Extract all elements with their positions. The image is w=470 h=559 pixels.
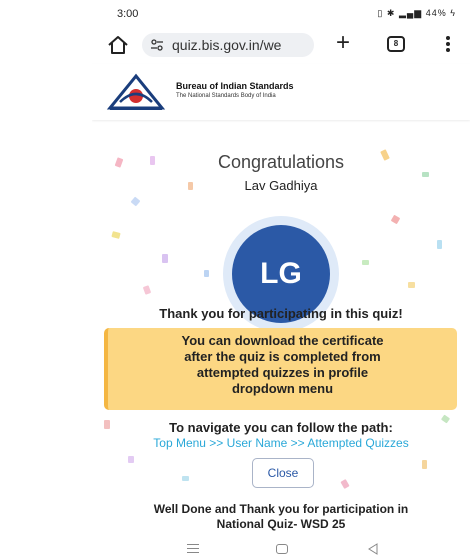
site-settings-icon[interactable] [150, 38, 164, 52]
well-done-line: Well Done and Thank you for participatio… [153, 502, 409, 516]
org-name: Bureau of Indian Standards [176, 81, 294, 91]
bluetooth-icon: ✱ [386, 8, 396, 18]
browser-home-button[interactable] [106, 34, 130, 56]
menu-icon-line [187, 544, 199, 545]
well-done-line: National Quiz- WSD 25 [216, 517, 346, 531]
home-icon [108, 36, 128, 54]
close-button[interactable]: Close [252, 458, 314, 488]
more-icon-dot [446, 42, 450, 46]
tab-switcher-button[interactable]: 8 [387, 36, 405, 52]
note-line: attempted quizzes in profile [196, 365, 369, 380]
certificate-note: You can download the certificate after t… [104, 328, 457, 410]
more-icon-dot [446, 48, 450, 52]
navigation-hint-title: To navigate you can follow the path: [169, 420, 393, 435]
browser-menu-button[interactable] [444, 34, 452, 56]
org-title: Bureau of Indian Standards The National … [176, 81, 294, 99]
menu-icon-line [187, 548, 199, 549]
recents-button[interactable] [187, 544, 199, 554]
navigation-path-link[interactable]: Top Menu >> User Name >> Attempted Quizz… [92, 436, 470, 450]
system-home-button[interactable] [276, 544, 288, 554]
quiz-result-panel: Congratulations Lav Gadhiya LG Thank you… [92, 120, 470, 559]
participant-name: Lav Gadhiya [244, 178, 318, 193]
battery-level: 44% [425, 8, 447, 18]
congratulations-heading: Congratulations [217, 152, 345, 172]
phone-screen: 3:00 ▯ ✱ ▂▄▆ 44% ϟ quiz.bis.gov.in/we + [92, 0, 470, 559]
bis-logo[interactable] [106, 72, 166, 112]
status-time: 3:00 [117, 8, 139, 20]
status-bar: 3:00 ▯ ✱ ▂▄▆ 44% ϟ [92, 0, 470, 28]
note-line: You can download the certificate [181, 333, 384, 348]
plus-icon: + [335, 29, 350, 56]
site-header: Bureau of Indian Standards The National … [92, 64, 470, 120]
new-tab-button[interactable]: + [332, 31, 354, 55]
more-icon-dot [446, 36, 450, 40]
note-line: after the quiz is completed from [184, 349, 381, 364]
org-subtitle: The National Standards Body of India [176, 93, 276, 99]
url-text: quiz.bis.gov.in/we [172, 37, 282, 53]
browser-toolbar: quiz.bis.gov.in/we + 8 [92, 30, 470, 60]
thank-you-message: Thank you for participating in this quiz… [159, 306, 403, 321]
back-icon[interactable] [367, 543, 379, 555]
signal-icon: ▂▄▆ [398, 8, 423, 18]
address-bar[interactable]: quiz.bis.gov.in/we [142, 33, 314, 57]
status-icons: ▯ ✱ ▂▄▆ 44% ϟ [377, 8, 456, 19]
menu-icon-line [187, 552, 199, 553]
system-nav-bar [92, 542, 470, 559]
charging-icon: ϟ [450, 8, 456, 18]
note-line: dropdown menu [231, 381, 334, 396]
well-done-message: Well Done and Thank you for participatio… [102, 502, 460, 532]
vibrate-icon: ▯ [377, 8, 384, 18]
